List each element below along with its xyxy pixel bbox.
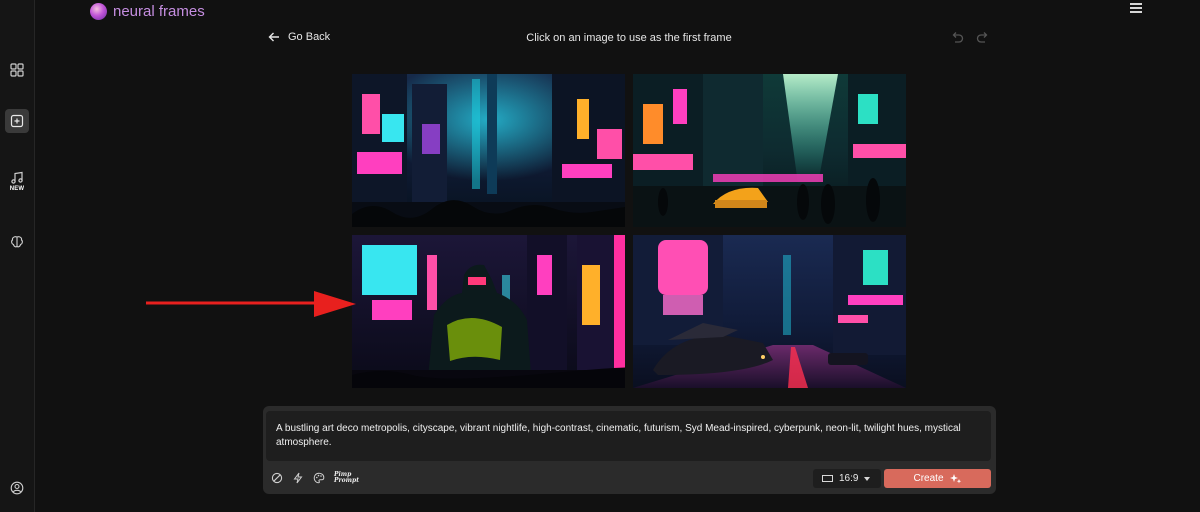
red-arrow-annotation [146, 291, 356, 317]
add-square-icon [10, 114, 24, 128]
image-option-1[interactable] [352, 74, 625, 227]
music-note-icon [11, 171, 23, 184]
undo-redo [950, 31, 990, 45]
cyberpunk-cars-image [633, 235, 906, 388]
aspect-ratio-select[interactable]: 16:9 [813, 469, 881, 488]
sidebar-item-account[interactable] [5, 476, 29, 500]
cyberpunk-street-image [633, 74, 906, 227]
new-badge: NEW [9, 186, 25, 192]
redo-icon[interactable] [976, 31, 990, 45]
palette-icon[interactable] [313, 472, 325, 484]
sidebar-item-models[interactable] [5, 230, 29, 254]
prompt-tools: Pimp Prompt [271, 472, 362, 484]
image-option-3[interactable] [352, 235, 625, 388]
user-icon [10, 481, 24, 495]
create-button[interactable]: Create [884, 469, 991, 488]
brand-name: neural frames [113, 2, 205, 20]
create-label: Create [913, 473, 944, 484]
undo-icon[interactable] [950, 31, 964, 45]
image-option-2[interactable] [633, 74, 906, 227]
sparkle-icon [949, 473, 961, 483]
instruction-text: Click on an image to use as the first fr… [526, 32, 732, 44]
prompt-input[interactable]: A bustling art deco metropolis, cityscap… [266, 411, 991, 461]
cyberpunk-robot-image [352, 235, 625, 388]
logo [90, 2, 107, 20]
image-grid [352, 74, 906, 388]
lightning-icon[interactable] [292, 472, 304, 484]
aspect-ratio-icon [822, 475, 833, 482]
brain-icon [11, 236, 23, 248]
pimp-label-2: Prompt [334, 477, 359, 484]
brand[interactable]: neural frames [90, 1, 205, 21]
pimp-prompt-button[interactable]: Pimp Prompt [334, 472, 362, 484]
no-icon[interactable] [271, 472, 283, 484]
aspect-ratio-value: 16:9 [839, 473, 859, 484]
sidebar: NEW [0, 0, 35, 512]
image-option-4[interactable] [633, 235, 906, 388]
sidebar-item-dashboard[interactable] [5, 58, 29, 82]
chevron-down-icon [864, 476, 871, 481]
prompt-panel: A bustling art deco metropolis, cityscap… [263, 406, 996, 494]
menu-icon[interactable] [1130, 3, 1142, 15]
cyberpunk-city-image [352, 74, 625, 227]
grid-icon [10, 63, 24, 77]
sidebar-item-create[interactable] [5, 109, 29, 133]
